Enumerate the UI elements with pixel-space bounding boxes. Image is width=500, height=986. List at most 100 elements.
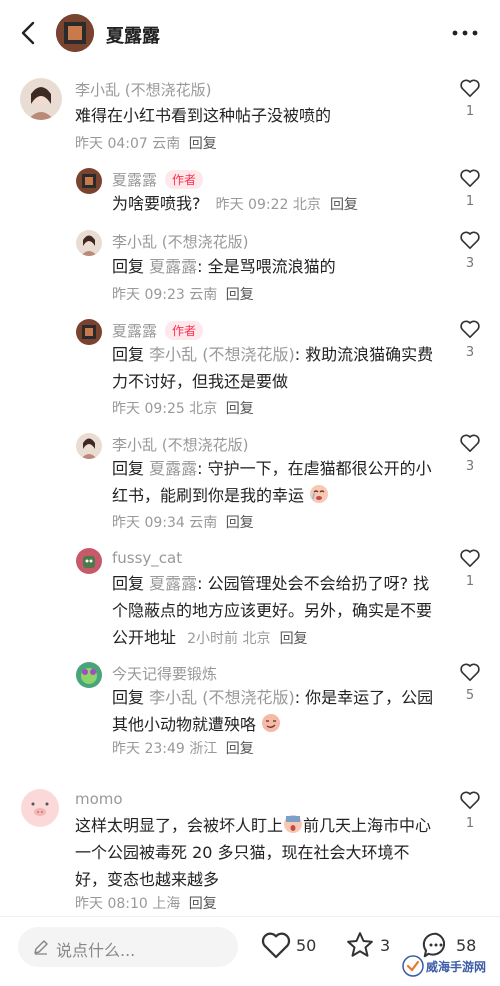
comment-header: 今天记得要锻炼 [112, 663, 217, 684]
reply-button[interactable]: 回复 [280, 631, 308, 647]
author-badge: 作者 [165, 170, 204, 189]
username[interactable]: 李小乱 (不想浇花版) [112, 434, 248, 455]
like-count: 3 [465, 345, 475, 360]
heart-icon[interactable] [459, 168, 481, 188]
like-control[interactable]: 3 [456, 433, 484, 474]
mentioned-user[interactable]: 夏露露 [149, 459, 197, 478]
author-badge: 作者 [165, 321, 204, 340]
shocked-emoji-icon [284, 815, 303, 833]
frog-avatar-icon [76, 662, 102, 688]
username[interactable]: 李小乱 (不想浇花版) [75, 79, 211, 100]
user-avatar[interactable] [20, 78, 62, 120]
like-post-button[interactable]: 50 [260, 930, 316, 960]
more-button[interactable] [448, 20, 482, 46]
comment-body: 为啥要喷我? [112, 194, 201, 213]
heart-icon[interactable] [459, 319, 481, 339]
comment-meta: 昨天 08:10 上海 回复 [75, 893, 217, 913]
timestamp-location: 昨天 09:34 云南 [112, 515, 218, 531]
reply-button[interactable]: 回复 [330, 197, 358, 213]
mentioned-user[interactable]: 夏露露 [149, 257, 197, 276]
timestamp-location: 昨天 09:22 北京 [215, 197, 321, 213]
reply-prefix: 回复 [112, 459, 145, 478]
mentioned-user[interactable]: 夏露露 [149, 574, 197, 593]
username[interactable]: 李小乱 (不想浇花版) [112, 231, 248, 252]
user-avatar[interactable] [76, 230, 102, 256]
user-avatar[interactable] [76, 168, 102, 194]
heart-icon[interactable] [459, 78, 481, 98]
like-count: 1 [465, 816, 475, 831]
avatar-image [56, 14, 94, 52]
reply-button[interactable]: 回复 [189, 136, 217, 152]
smirk-emoji-icon [262, 714, 281, 732]
girl-avatar-icon [76, 433, 102, 459]
like-control[interactable]: 1 [456, 78, 484, 119]
username[interactable]: 夏露露 [112, 169, 157, 190]
user-avatar[interactable] [76, 319, 102, 345]
back-button[interactable] [14, 18, 44, 48]
comment-meta: 昨天 23:49 浙江 回复 [112, 738, 254, 758]
like-count: 3 [465, 459, 475, 474]
comment-header: 李小乱 (不想浇花版) [112, 434, 248, 455]
reply-button[interactable]: 回复 [226, 515, 254, 531]
like-control[interactable]: 5 [456, 662, 484, 703]
username[interactable]: momo [75, 790, 123, 808]
like-control[interactable]: 1 [456, 790, 484, 831]
like-control[interactable]: 1 [456, 548, 484, 589]
author-avatar-icon [76, 168, 102, 194]
heart-icon[interactable] [459, 662, 481, 682]
user-avatar[interactable] [76, 548, 102, 574]
comment-text: 回复 李小乱 (不想浇花版): 你是幸运了，公园其他小动物就遭殃咯 [112, 684, 442, 738]
heart-icon [261, 932, 291, 959]
like-count: 1 [465, 574, 475, 589]
cat-avatar-icon [76, 548, 102, 574]
comment-text: 为啥要喷我? 昨天 09:22 北京 回复 [112, 190, 452, 219]
comment-meta: 昨天 04:07 云南 回复 [75, 133, 217, 153]
heart-icon[interactable] [459, 548, 481, 568]
crying-emoji-icon [310, 485, 329, 503]
comment-meta: 昨天 09:23 云南 回复 [112, 284, 254, 304]
heart-icon[interactable] [459, 790, 481, 810]
author-avatar[interactable] [56, 14, 94, 52]
like-control[interactable]: 3 [456, 319, 484, 360]
mentioned-user[interactable]: 李小乱 (不想浇花版) [149, 345, 295, 364]
reply-button[interactable]: 回复 [226, 287, 254, 303]
page-title: 夏露露 [106, 26, 160, 47]
heart-icon[interactable] [459, 230, 481, 250]
comment-text: 难得在小红书看到这种帖子没被喷的 [75, 106, 332, 125]
author-avatar-icon [76, 319, 102, 345]
favorite-button[interactable]: 3 [344, 930, 390, 960]
like-control[interactable]: 3 [456, 230, 484, 271]
input-placeholder: 说点什么... [56, 941, 136, 960]
favorite-count: 3 [380, 935, 391, 955]
comment-header: 李小乱 (不想浇花版) [112, 231, 248, 252]
reply-prefix: 回复 [112, 574, 145, 593]
username[interactable]: fussy_cat [112, 549, 182, 567]
comment-text: 回复 夏露露: 公园管理处会不会给扔了呀? 找个隐蔽点的地方应该更好。另外，确实… [112, 570, 442, 653]
heart-icon[interactable] [459, 433, 481, 453]
mentioned-user[interactable]: 李小乱 (不想浇花版) [149, 688, 295, 707]
comment-header: momo [75, 790, 123, 808]
like-count: 5 [465, 688, 475, 703]
post-like-count: 50 [296, 935, 317, 955]
like-control[interactable]: 1 [456, 168, 484, 209]
reply-button[interactable]: 回复 [226, 401, 254, 417]
star-icon [347, 932, 373, 957]
pencil-icon [34, 940, 48, 955]
user-avatar[interactable] [76, 662, 102, 688]
like-count: 3 [465, 256, 475, 271]
reply-prefix: 回复 [112, 688, 145, 707]
comment-text: 回复 夏露露: 守护一下，在虐猫都很公开的小红书，能刷到你是我的幸运 [112, 455, 442, 509]
user-avatar[interactable] [18, 786, 62, 830]
girl-avatar-icon [20, 78, 62, 120]
comment-text: 这样太明显了，会被坏人盯上 前几天上海市中心一个公园被毒死 20 多只猫，现在社… [75, 812, 440, 893]
username[interactable]: 夏露露 [112, 320, 157, 341]
reply-button[interactable]: 回复 [226, 741, 254, 757]
reply-button[interactable]: 回复 [189, 896, 217, 912]
timestamp-location: 2小时前 北京 [187, 631, 271, 647]
username[interactable]: 今天记得要锻炼 [112, 663, 217, 684]
ellipsis-icon [452, 30, 478, 36]
reply-prefix: 回复 [112, 257, 145, 276]
user-avatar[interactable] [76, 433, 102, 459]
comment-input[interactable]: 说点什么... [18, 927, 238, 967]
timestamp-location: 昨天 08:10 上海 [75, 896, 181, 912]
